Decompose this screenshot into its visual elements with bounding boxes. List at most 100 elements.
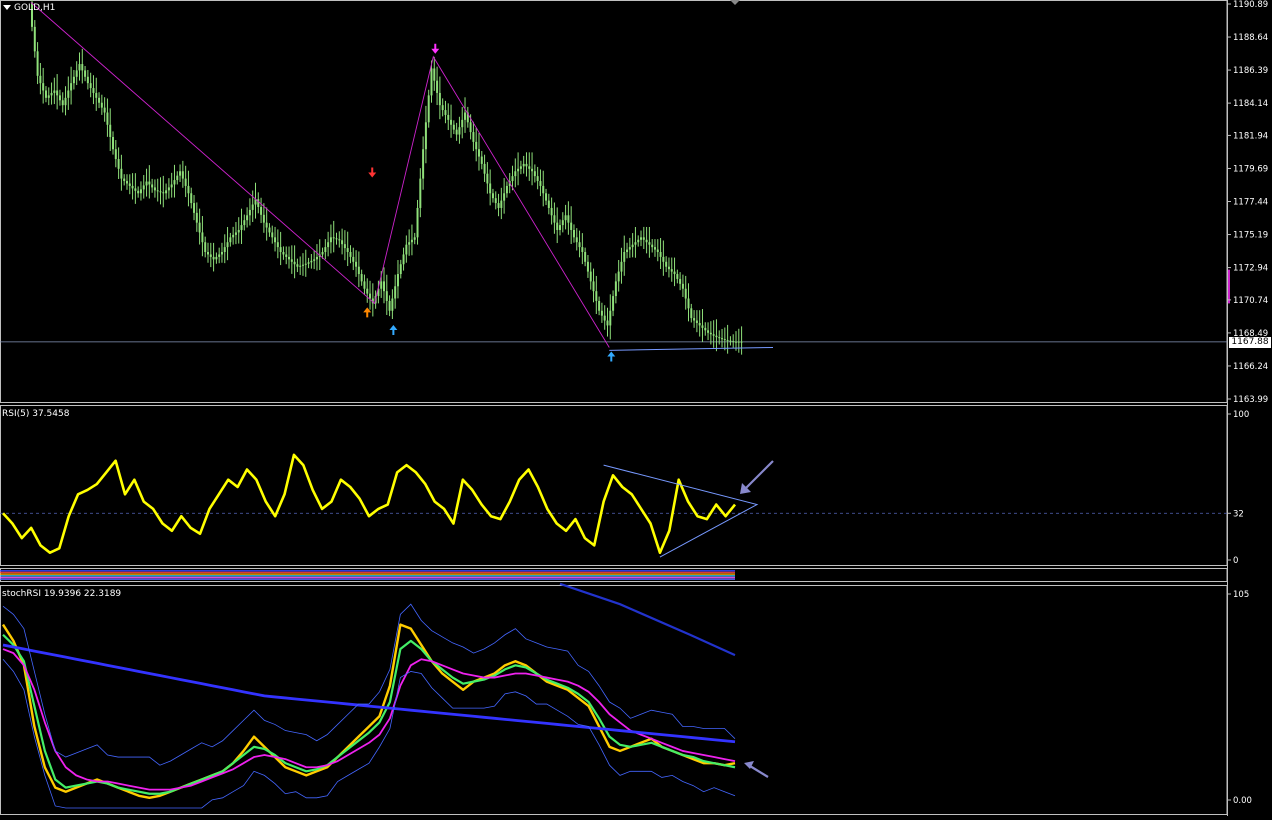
stoch-signal-line [2, 648, 736, 791]
candle-body [698, 322, 701, 326]
candle-body [578, 242, 581, 248]
candle-body [279, 247, 282, 253]
indicator-strip-band [0, 578, 735, 580]
candle-body [299, 265, 302, 267]
candle-body [737, 341, 740, 343]
candle-body [296, 264, 299, 267]
candle-body [450, 119, 453, 125]
trading-chart[interactable]: 1190.89 1188.64 1186.39 1184.14 1181.94 1179.… [0, 0, 1272, 816]
candle-body [721, 338, 724, 340]
candle-body [360, 274, 363, 282]
stoch-tick-label: 0.00 [1233, 796, 1252, 806]
candle-body [58, 95, 61, 101]
candle-body [310, 260, 313, 263]
price-tick-label: 1172.94 [1233, 264, 1268, 274]
rsi-panel-label: RSI(5) 37.5458 [2, 409, 70, 419]
candle-body [56, 90, 59, 96]
candle-body [218, 254, 221, 257]
candle-body [642, 237, 645, 240]
annotation-arrow-icon [749, 765, 769, 778]
candle-body [653, 247, 656, 250]
candle-body [324, 247, 327, 253]
candle-body [290, 259, 293, 262]
buy-arrow-icon [607, 351, 616, 362]
candle-body [304, 263, 307, 265]
candle-body [346, 248, 349, 253]
candle-body [109, 124, 112, 137]
long-ma-line [559, 582, 736, 657]
candle-body [349, 252, 352, 257]
symbol-dropdown-icon[interactable] [3, 5, 11, 10]
candle-body [39, 75, 42, 84]
candle-body [223, 247, 226, 253]
candle-body [243, 220, 246, 226]
candle-body [100, 102, 103, 108]
candle-body [542, 185, 545, 194]
candle-body [729, 340, 732, 342]
candle-body [207, 252, 209, 255]
candle-body [301, 264, 304, 266]
candle-body [184, 178, 187, 186]
candle-body [285, 254, 288, 257]
candle-body [623, 252, 626, 262]
chart-canvas[interactable]: 1190.89 1188.64 1186.39 1184.14 1181.94 1179.… [0, 0, 1272, 816]
candle-body [684, 288, 687, 299]
candle-body [670, 269, 673, 272]
candle-body [690, 308, 693, 319]
candle-body [614, 281, 617, 297]
candle-body [519, 166, 522, 169]
current-price-label: 1167.88 [1229, 337, 1271, 348]
panel-frame [0, 405, 1228, 566]
candle-body [204, 242, 207, 253]
candle-body [570, 222, 573, 230]
candle-body [539, 181, 542, 186]
candle-body [234, 232, 237, 235]
candle-body [240, 225, 243, 230]
candle-body [307, 262, 310, 264]
candle-body [603, 315, 606, 321]
candle-body [176, 175, 179, 181]
candle-body [167, 187, 170, 191]
candle-body [98, 97, 101, 103]
stoch-d-line [2, 633, 736, 795]
candle-body [416, 207, 419, 238]
candle-body [139, 189, 142, 194]
candle-body [313, 259, 316, 261]
candle-body [112, 136, 115, 150]
candle-body [572, 229, 575, 238]
candle-body [366, 288, 369, 294]
price-tick-label: 1177.44 [1233, 198, 1268, 208]
candle-body [505, 185, 508, 194]
candle-body [237, 229, 240, 233]
candle-body [475, 141, 478, 150]
candle-body [33, 26, 36, 52]
candle-body [433, 68, 436, 81]
candle-body [511, 176, 514, 182]
candle-body [606, 320, 609, 326]
rsi-tick-label: 0 [1233, 556, 1238, 566]
candle-body [726, 340, 729, 342]
candle-body [201, 232, 204, 243]
candle-body [659, 252, 662, 257]
candle-body [553, 215, 556, 223]
candle-body [405, 244, 408, 255]
candle-body [162, 192, 165, 194]
candle-body [645, 239, 648, 243]
symbol-label[interactable]: GOLD,H1 [3, 3, 55, 13]
price-tick-label: 1163.99 [1233, 395, 1268, 405]
candle-body [723, 339, 726, 341]
candle-body [260, 206, 263, 215]
candle-body [667, 266, 670, 270]
candle-body [483, 163, 486, 174]
candle-body [251, 204, 254, 210]
support-trendline [609, 346, 774, 351]
candle-body [153, 187, 156, 191]
candle-body [458, 127, 461, 135]
candle-body [536, 176, 539, 182]
candle-body [226, 242, 229, 248]
candle-body [620, 261, 623, 272]
candle-body [335, 238, 338, 240]
candle-body [547, 200, 550, 208]
candle-body [338, 239, 341, 241]
candle-body [95, 92, 98, 98]
